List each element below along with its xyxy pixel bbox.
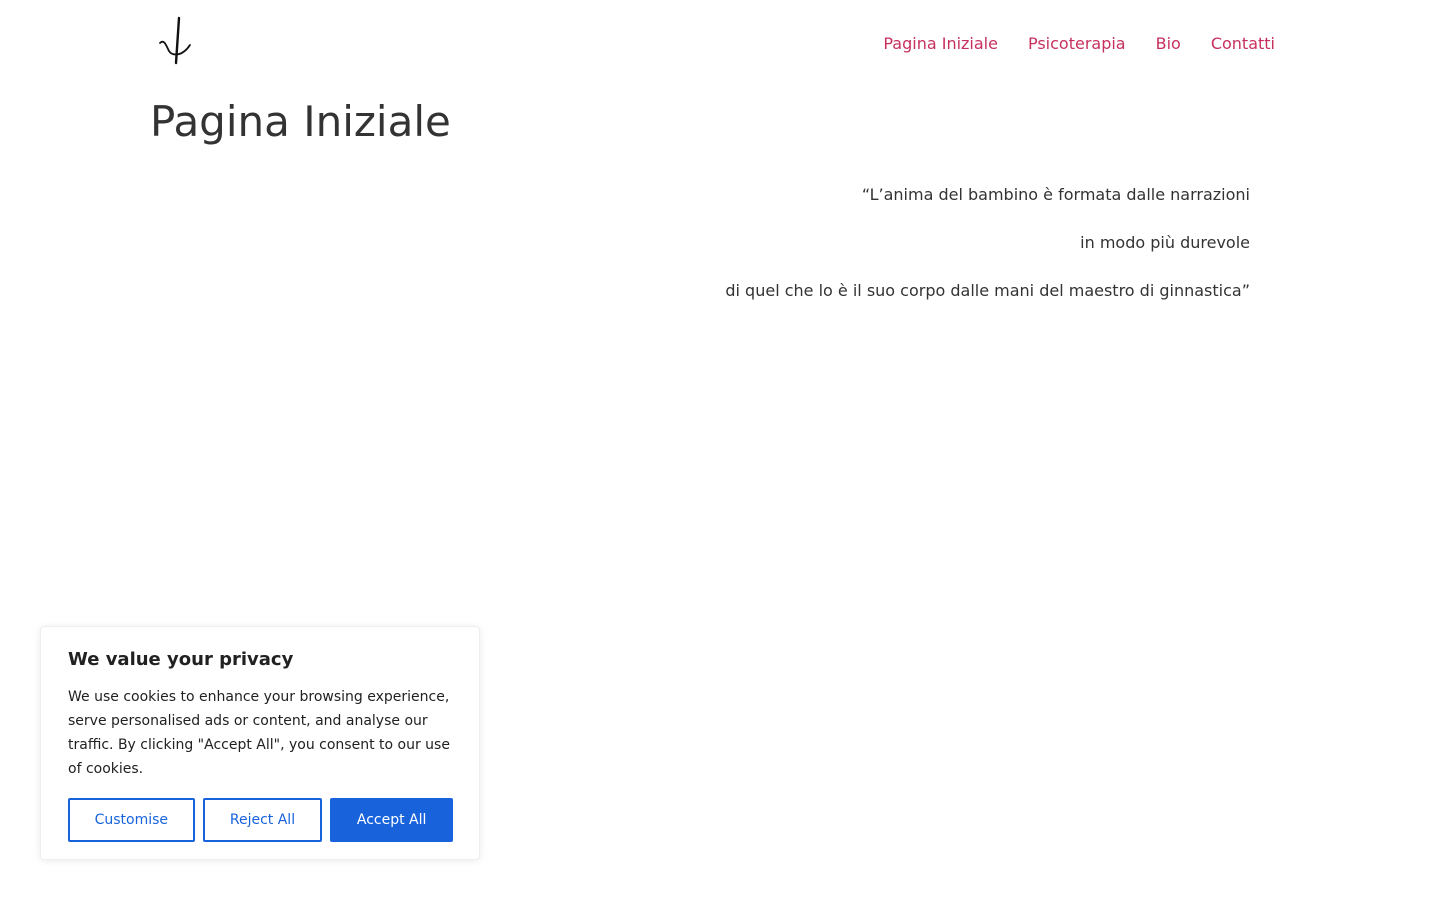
- accept-all-button[interactable]: Accept All: [330, 798, 453, 842]
- main-nav: Pagina Iniziale Psicoterapia Bio Contatt…: [883, 34, 1275, 54]
- nav-item-contatti[interactable]: Contatti: [1211, 34, 1275, 54]
- nav-item-psicoterapia[interactable]: Psicoterapia: [1028, 34, 1126, 54]
- psi-logo-icon: [159, 16, 191, 65]
- quote-line: di quel che lo è il suo corpo dalle mani…: [725, 281, 1250, 300]
- cookie-description: We use cookies to enhance your browsing …: [68, 689, 450, 777]
- customise-button[interactable]: Customise: [68, 798, 195, 842]
- cookie-consent-banner: We value your privacy We use cookies to …: [40, 626, 480, 860]
- nav-item-pagina-iniziale[interactable]: Pagina Iniziale: [883, 34, 998, 54]
- quote-line: “L’anima del bambino è formata dalle nar…: [861, 185, 1250, 204]
- nav-item-bio[interactable]: Bio: [1156, 34, 1181, 54]
- reject-all-button[interactable]: Reject All: [202, 798, 323, 842]
- cookie-title: We value your privacy: [68, 649, 294, 670]
- quote-block: “L’anima del bambino è formata dalle nar…: [725, 184, 1250, 328]
- page-title: Pagina Iniziale: [150, 97, 451, 146]
- page: Pagina Iniziale Psicoterapia Bio Contatt…: [0, 0, 1440, 900]
- cookie-buttons: Customise Reject All Accept All: [68, 798, 453, 842]
- quote-line: in modo più durevole: [1080, 233, 1250, 252]
- site-logo[interactable]: [156, 15, 198, 67]
